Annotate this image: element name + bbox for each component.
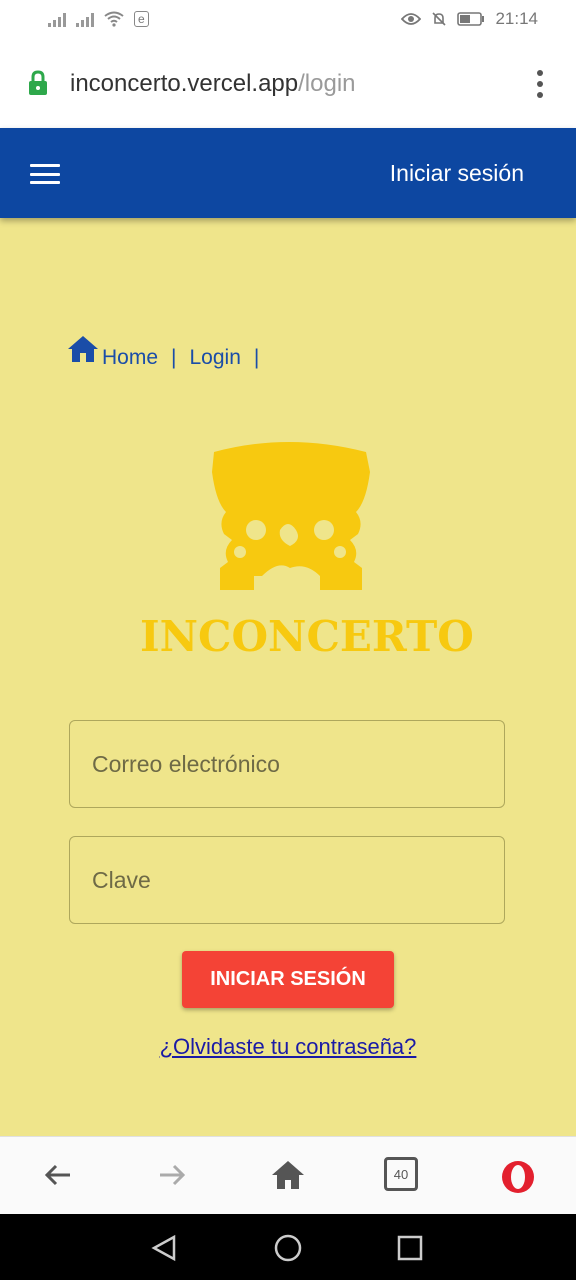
- url-text[interactable]: inconcerto.vercel.app/login: [70, 70, 356, 98]
- url-path: /login: [298, 70, 356, 97]
- muted-bell-icon: [432, 12, 447, 26]
- breadcrumb-separator: |: [171, 346, 177, 369]
- forward-arrow-icon[interactable]: [156, 1159, 188, 1191]
- forgot-password-link[interactable]: ¿Olvidaste tu contraseña?: [160, 1034, 417, 1059]
- logo-wordmark: INCONCERTO: [140, 612, 474, 661]
- breadcrumb-login-link[interactable]: Login: [190, 346, 241, 370]
- breadcrumb-home-link[interactable]: Home: [102, 346, 158, 370]
- clock: 21:14: [495, 9, 538, 28]
- back-arrow-icon[interactable]: [42, 1159, 74, 1191]
- url-host: inconcerto.vercel.app: [70, 70, 299, 97]
- forgot-password-row: ¿Olvidaste tu contraseña?: [0, 1034, 576, 1060]
- system-back-icon[interactable]: [150, 1234, 178, 1262]
- menu-icon[interactable]: [30, 164, 60, 184]
- wifi-icon: [104, 11, 124, 27]
- browser-url-bar[interactable]: inconcerto.vercel.app/login: [0, 40, 576, 128]
- carrier-badge: e: [134, 11, 149, 27]
- signal-icon-2: [76, 11, 94, 27]
- login-button[interactable]: INICIAR SESIÓN: [182, 951, 394, 1008]
- browser-menu-icon[interactable]: [536, 70, 544, 98]
- tabs-counter[interactable]: 40: [384, 1157, 418, 1191]
- inconcerto-logo-mark: [212, 442, 370, 590]
- lock-icon: [29, 70, 47, 95]
- email-field[interactable]: [69, 720, 505, 808]
- browser-bottom-bar: 40: [0, 1136, 576, 1215]
- home-nav-icon[interactable]: [270, 1159, 306, 1191]
- system-recents-icon[interactable]: [397, 1235, 423, 1261]
- home-icon[interactable]: [66, 334, 100, 364]
- password-input[interactable]: [70, 837, 504, 923]
- status-bar: e 21:14: [0, 0, 576, 40]
- breadcrumb: Home | Login |: [66, 334, 272, 370]
- system-home-icon[interactable]: [273, 1233, 303, 1263]
- opera-icon[interactable]: [500, 1159, 536, 1195]
- appbar-title[interactable]: Iniciar sesión: [390, 160, 524, 187]
- signal-icon: [48, 11, 66, 27]
- battery-icon: [457, 12, 485, 26]
- app-bar: Iniciar sesión: [0, 128, 576, 218]
- email-input[interactable]: [70, 721, 504, 807]
- eye-icon: [401, 13, 422, 25]
- system-navigation-bar: [0, 1214, 576, 1280]
- breadcrumb-separator: |: [253, 346, 260, 369]
- password-field[interactable]: [69, 836, 505, 924]
